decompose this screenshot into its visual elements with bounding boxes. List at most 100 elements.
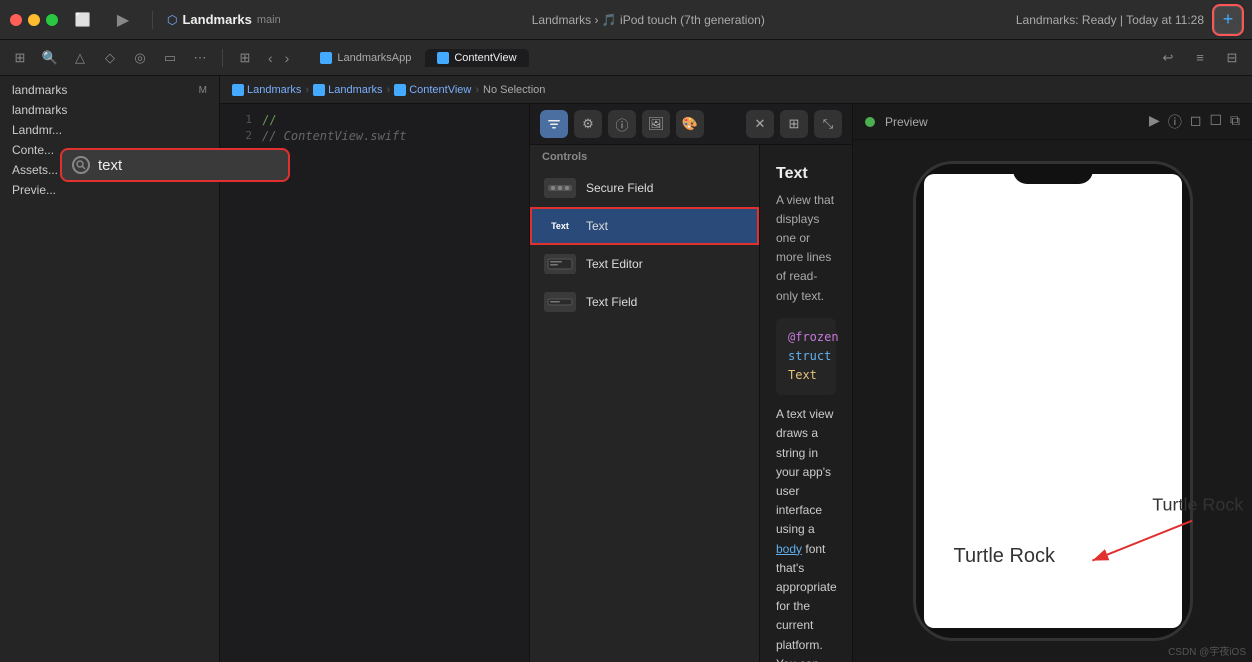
dots-icon[interactable]: ⋯ <box>188 46 212 70</box>
doc-body-link[interactable]: body <box>776 542 802 556</box>
tab-landmarks-app-icon <box>320 52 332 64</box>
sep1 <box>222 49 223 67</box>
library-filter-button[interactable] <box>540 110 568 138</box>
doc-subtitle: A view that displays one or more lines o… <box>776 191 836 306</box>
preview-play-icon[interactable]: ▶ <box>1149 112 1160 132</box>
lib-item-text-editor-label: Text Editor <box>586 257 643 271</box>
lib-item-text-field-label: Text Field <box>586 295 637 309</box>
sidebar-item-previe[interactable]: Previe... <box>0 180 219 200</box>
project-name-area: ⬡ Landmarks main <box>167 12 281 27</box>
library-info-button[interactable]: ⓘ <box>608 110 636 138</box>
inspector-icon[interactable]: ≡ <box>1188 46 1212 70</box>
library-toolbar: ⚙ ⓘ 🖼 🎨 ✕ ⊞ ⤡ <box>530 104 852 145</box>
doc-panel: Text A view that displays one or more li… <box>760 145 852 662</box>
doc-frozen-keyword: @frozen <box>788 330 839 344</box>
breadcrumb-landmarks1[interactable]: Landmarks <box>232 84 301 96</box>
library-close-button[interactable]: ✕ <box>746 110 774 138</box>
lib-item-text[interactable]: Text Text <box>530 207 759 245</box>
library-list: Controls <box>530 145 760 662</box>
build-status: Landmarks: Ready | Today at 11:28 <box>1016 13 1204 27</box>
lib-section-controls: Controls <box>530 145 759 169</box>
code-content-1: // <box>262 113 276 127</box>
code-content-2: // ContentView.swift <box>262 129 407 143</box>
sidebar-item-landmarks2-label: landmarks <box>12 103 67 117</box>
breadcrumb-no-selection: No Selection <box>483 84 545 96</box>
code-editor[interactable]: 1 // 2 // ContentView.swift <box>220 104 530 662</box>
lib-item-text-editor[interactable]: Text Editor <box>530 245 759 283</box>
nav-forward-button[interactable]: › <box>280 48 295 68</box>
sidebar-item-landmarks1[interactable]: landmarks M <box>0 80 219 100</box>
turtle-rock-text: Turtle Rock <box>934 525 1076 588</box>
doc-title: Text <box>776 161 836 187</box>
doc-struct-keyword: struct <box>788 349 831 363</box>
preview-device-icon[interactable]: ☐ <box>1209 112 1222 132</box>
undo-icon[interactable]: ↩ <box>1156 46 1180 70</box>
library-doc-area: ⚙ ⓘ 🖼 🎨 ✕ ⊞ ⤡ Controls <box>530 104 852 662</box>
preview-info-icon[interactable]: ⓘ <box>1168 112 1182 132</box>
search-overlay[interactable]: text <box>60 148 290 182</box>
phone-frame: Turtle Rock <box>913 161 1193 641</box>
phone-notch <box>1013 164 1093 184</box>
editor-doc-area: 1 // 2 // ContentView.swift <box>220 104 1252 662</box>
tag-icon[interactable]: ◎ <box>128 46 152 70</box>
sidebar-item-landmarks1-label: landmarks <box>12 83 67 97</box>
preview-panel: Preview ▶ ⓘ ◻ ☐ ⧉ Turtle Rock <box>852 104 1252 662</box>
breadcrumb: Landmarks › Landmarks › ContentView › No… <box>220 76 1252 104</box>
diamond-icon[interactable]: ◇ <box>98 46 122 70</box>
breadcrumb-landmarks2[interactable]: Landmarks <box>313 84 382 96</box>
lib-item-text-label: Text <box>586 219 608 233</box>
main-layout: landmarks M landmarks Landmr... Conte...… <box>0 76 1252 662</box>
grid2-icon[interactable]: ⊞ <box>233 46 257 70</box>
lib-item-secure-field-label: Secure Field <box>586 181 653 195</box>
lib-item-secure-field-icon <box>544 178 576 198</box>
phone-screen: Turtle Rock <box>924 174 1182 628</box>
add-button[interactable]: + <box>1214 6 1242 34</box>
sidebar-toggle-icon[interactable]: ⬜ <box>68 12 98 28</box>
tab-bar: LandmarksApp ContentView <box>308 49 528 67</box>
sidebar-item-assets-label: Assets... <box>12 163 58 177</box>
project-title: Landmarks <box>182 12 251 27</box>
right-toolbar-icons: ↩ ≡ ⊟ <box>1156 46 1244 70</box>
library-expand-button[interactable]: ⤡ <box>814 110 842 138</box>
warning-icon[interactable]: △ <box>68 46 92 70</box>
sidebar-item-landmarks2[interactable]: landmarks <box>0 100 219 120</box>
watermark: CSDN @宇夜iOS <box>1168 643 1246 658</box>
tab-content-view[interactable]: ContentView <box>425 49 528 67</box>
lib-item-text-field[interactable]: Text Field <box>530 283 759 321</box>
nav-buttons: ‹ › <box>263 48 294 68</box>
maximize-button[interactable] <box>46 14 58 26</box>
play-button[interactable]: ▶ <box>108 10 138 30</box>
lib-item-secure-field[interactable]: Secure Field <box>530 169 759 207</box>
split-icon[interactable]: ⊟ <box>1220 46 1244 70</box>
rect-icon[interactable]: ▭ <box>158 46 182 70</box>
preview-label: Preview <box>885 115 928 129</box>
toolbar: ⊞ 🔍 △ ◇ ◎ ▭ ⋯ ⊞ ‹ › LandmarksApp Content… <box>0 40 1252 76</box>
traffic-lights <box>10 14 58 26</box>
minimize-button[interactable] <box>28 14 40 26</box>
preview-window-icon[interactable]: ◻ <box>1190 112 1202 132</box>
library-color-button[interactable]: 🎨 <box>676 110 704 138</box>
library-grid-button[interactable]: ⊞ <box>780 110 808 138</box>
sidebar-items: landmarks M landmarks Landmr... Conte...… <box>0 76 219 204</box>
library-settings-button[interactable]: ⚙ <box>574 110 602 138</box>
lib-item-text-icon: Text <box>544 216 576 236</box>
doc-paragraph1: A text view draws a string in your app's… <box>776 405 836 662</box>
breadcrumb-contentview[interactable]: ContentView <box>394 84 471 96</box>
library-content: Controls <box>530 145 852 662</box>
library-close-buttons: ✕ ⊞ ⤡ <box>746 110 842 138</box>
search-value[interactable]: text <box>98 157 122 174</box>
close-button[interactable] <box>10 14 22 26</box>
sidebar-item-landmr[interactable]: Landmr... <box>0 120 219 140</box>
tab-landmarks-app[interactable]: LandmarksApp <box>308 49 423 67</box>
grid-icon[interactable]: ⊞ <box>8 46 32 70</box>
project-branch: main <box>257 14 281 26</box>
sidebar-item-conte-label: Conte... <box>12 143 54 157</box>
nav-back-button[interactable]: ‹ <box>263 48 278 68</box>
line-num-2: 2 <box>228 129 252 143</box>
breadcrumb-sep1: › <box>305 84 309 96</box>
preview-duplicate-icon[interactable]: ⧉ <box>1230 112 1240 132</box>
library-image-button[interactable]: 🖼 <box>642 110 670 138</box>
sidebar-item-landmarks1-badge: M <box>199 85 207 96</box>
search-toolbar-icon[interactable]: 🔍 <box>38 46 62 70</box>
status-area: Landmarks: Ready | Today at 11:28 <box>1016 13 1204 27</box>
